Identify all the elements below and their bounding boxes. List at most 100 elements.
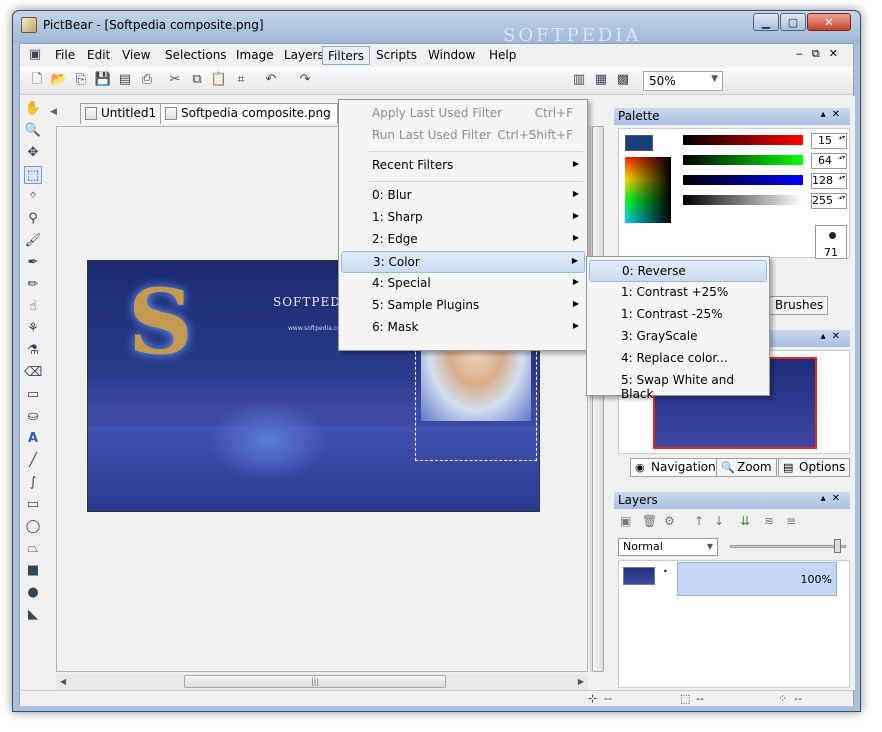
recent-filters[interactable]: Recent Filters ▶ — [341, 155, 585, 177]
tab-softpedia-composite[interactable]: Softpedia composite.png — [160, 103, 338, 124]
line-tool-icon[interactable]: ╱ — [24, 452, 42, 470]
filter-sample-plugins[interactable]: 5: Sample Plugins ▶ — [341, 295, 585, 317]
filled-polygon-icon[interactable]: ◣ — [24, 606, 42, 624]
move-layer-up-icon[interactable]: ↑ — [694, 514, 704, 528]
blue-spinbox[interactable]: 128 — [811, 173, 847, 189]
panel-controls-icon[interactable]: ▴✕ — [821, 109, 846, 120]
copy-icon[interactable]: ⧉ — [188, 71, 206, 89]
menu-selections[interactable]: Selections — [160, 46, 232, 65]
foreground-color-swatch[interactable] — [625, 135, 653, 151]
mdi-window-controls[interactable]: ‒⧉✕ — [796, 47, 847, 61]
text-tool-icon[interactable]: A — [24, 430, 42, 448]
palette-toggle-icon[interactable]: ▩ — [614, 71, 632, 89]
menu-view[interactable]: View — [117, 46, 155, 65]
filter-color[interactable]: 3: Color ▶ — [341, 251, 585, 273]
opacity-slider[interactable] — [730, 545, 846, 548]
cut-icon[interactable]: ✂ — [166, 71, 184, 89]
layout-icon[interactable]: ▥ — [570, 71, 588, 89]
vertical-scrollbar[interactable] — [590, 126, 604, 672]
rect-select-icon[interactable]: ⬚ — [24, 166, 42, 184]
filter-blur[interactable]: 0: Blur ▶ — [341, 185, 585, 207]
minimize-button[interactable]: ▁ — [753, 13, 779, 31]
blend-mode-select[interactable]: Normal ▼ — [618, 538, 718, 556]
brush-preview[interactable]: 71 — [815, 225, 847, 259]
airbrush-icon[interactable]: ✒ — [24, 254, 42, 272]
curve-tool-icon[interactable]: ∫ — [24, 474, 42, 492]
menu-filters[interactable]: Filters — [322, 46, 370, 65]
gradient-icon[interactable]: ▭ — [24, 386, 42, 404]
horizontal-scrollbar[interactable]: ◀ ||| ▶ — [56, 674, 588, 690]
merge-down-icon[interactable]: ⇊ — [740, 514, 750, 528]
zoom-tool-icon[interactable]: 🔍 — [24, 122, 42, 140]
filter-sharp[interactable]: 1: Sharp ▶ — [341, 207, 585, 229]
crop-icon[interactable]: ⌗ — [232, 71, 250, 89]
document-icon[interactable]: ▣ — [26, 46, 44, 64]
menu-file[interactable]: File — [50, 46, 80, 65]
pencil-icon[interactable]: ✏ — [24, 276, 42, 294]
alpha-slider[interactable] — [683, 195, 803, 205]
menu-help[interactable]: Help — [484, 46, 521, 65]
menu-edit[interactable]: Edit — [82, 46, 115, 65]
color-contrast-plus[interactable]: 1: Contrast +25% — [589, 282, 767, 304]
lasso-icon[interactable]: ᛜ — [24, 188, 42, 206]
blue-slider[interactable] — [683, 175, 803, 185]
redo-icon[interactable]: ↷ — [296, 71, 314, 89]
undo-icon[interactable]: ↶ — [262, 71, 280, 89]
green-spinbox[interactable]: 64 — [811, 153, 847, 169]
new-layer-icon[interactable]: ▣ — [620, 514, 631, 528]
tab-navigation[interactable]: ◉ Navigation — [630, 458, 721, 477]
filled-ellipse-icon[interactable]: ● — [24, 584, 42, 602]
smudge-icon[interactable]: ☝ — [24, 298, 42, 316]
fill-icon[interactable]: ⛀ — [24, 408, 42, 426]
alpha-spinbox[interactable]: 255 — [811, 193, 847, 209]
tab-options[interactable]: ▤ Options — [778, 458, 851, 477]
layer-properties-icon[interactable]: ⚙ — [664, 514, 675, 528]
move-layer-down-icon[interactable]: ↓ — [714, 514, 724, 528]
red-slider[interactable] — [683, 135, 803, 145]
flatten-icon[interactable]: ≡ — [786, 514, 796, 528]
eraser-icon[interactable]: ⌫ — [24, 364, 42, 382]
save-all-icon[interactable]: ▤ — [116, 71, 134, 89]
red-spinbox[interactable]: 15 — [811, 133, 847, 149]
brush-icon[interactable]: 🖌 — [24, 232, 42, 250]
color-contrast-minus[interactable]: 1: Contrast -25% — [589, 304, 767, 326]
clone-icon[interactable]: ⚘ — [24, 320, 42, 338]
histogram-icon[interactable]: ▦ — [592, 71, 610, 89]
print-icon[interactable]: ⎙ — [138, 71, 156, 89]
color-reverse[interactable]: 0: Reverse — [589, 260, 767, 282]
color-replace[interactable]: 4: Replace color... — [589, 348, 767, 370]
move-tool-icon[interactable]: ✥ — [24, 144, 42, 162]
tab-scroll-left-icon[interactable]: ◀ — [50, 107, 57, 117]
opacity-slider-knob[interactable] — [834, 539, 841, 553]
save-icon[interactable]: 💾 — [94, 71, 112, 89]
hand-pan-icon[interactable]: ✋ — [24, 100, 42, 118]
zoom-select[interactable]: 50% ▼ — [643, 71, 723, 91]
filter-mask[interactable]: 6: Mask ▶ — [341, 317, 585, 339]
tab-zoom[interactable]: 🔍 Zoom — [716, 458, 777, 477]
apply-last-filter[interactable]: Apply Last Used Filter Ctrl+F — [341, 103, 585, 125]
menu-scripts[interactable]: Scripts — [371, 46, 422, 65]
filled-rect-icon[interactable]: ■ — [24, 562, 42, 580]
delete-layer-icon[interactable]: 🗑 — [642, 514, 657, 528]
ellipse-tool-icon[interactable]: ◯ — [24, 518, 42, 536]
menu-window[interactable]: Window — [423, 46, 480, 65]
layer-visibility-icon[interactable]: • — [663, 567, 668, 576]
rectangle-tool-icon[interactable]: ▭ — [24, 496, 42, 514]
eyedropper-icon[interactable]: ⚗ — [24, 342, 42, 360]
close-button[interactable]: ✕ — [807, 13, 851, 31]
maximize-button[interactable]: ▢ — [780, 13, 806, 31]
paste-icon[interactable]: 📋 — [210, 71, 228, 89]
open-folder-icon[interactable]: 📂 — [50, 71, 68, 89]
scroll-right-arrow-icon[interactable]: ▶ — [578, 677, 584, 686]
color-grayscale[interactable]: 3: GrayScale — [589, 326, 767, 348]
panel-controls-icon[interactable]: ▴✕ — [821, 493, 846, 504]
layer-opacity-cell[interactable]: 100% — [677, 562, 837, 596]
run-last-filter[interactable]: Run Last Used Filter Ctrl+Shift+F — [341, 125, 585, 147]
green-slider[interactable] — [683, 155, 803, 165]
panel-controls-icon[interactable]: ▴✕ — [821, 331, 846, 342]
polygon-tool-icon[interactable]: ⏢ — [24, 540, 42, 558]
scroll-thumb[interactable] — [592, 126, 604, 672]
scroll-left-arrow-icon[interactable]: ◀ — [60, 677, 66, 686]
magic-wand-icon[interactable]: ⚲ — [24, 210, 42, 228]
color-swap-white-black[interactable]: 5: Swap White and Black — [589, 370, 767, 401]
